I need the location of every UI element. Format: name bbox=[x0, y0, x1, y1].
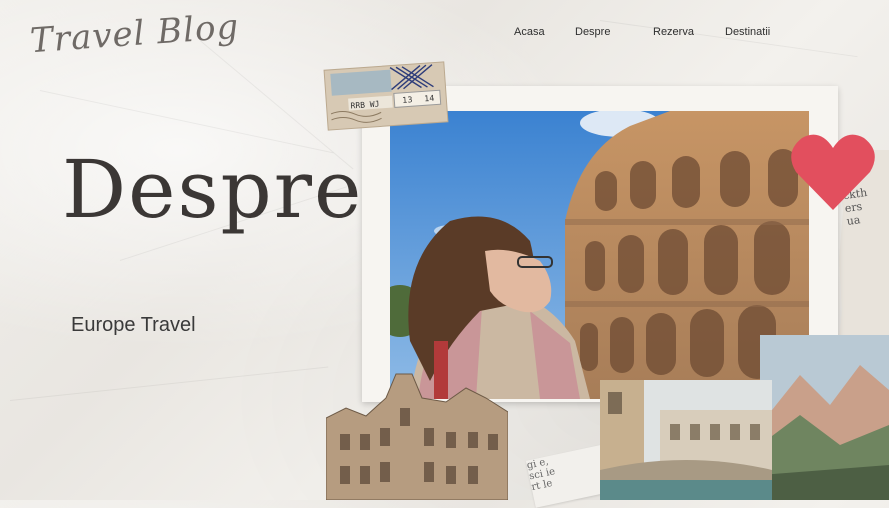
tape-number-13: 13 bbox=[402, 95, 413, 105]
tape-number-14: 14 bbox=[424, 94, 435, 104]
heart-sticker bbox=[788, 132, 878, 212]
nav-link-rezerva[interactable]: Rezerva bbox=[653, 26, 694, 38]
main-nav: Acasa Despre Rezerva Destinatii bbox=[0, 26, 889, 42]
washi-tape-collage: RRB WJ 13 14 bbox=[320, 56, 453, 137]
page-subtitle: Europe Travel bbox=[71, 314, 196, 336]
nav-link-despre[interactable]: Despre bbox=[575, 26, 610, 38]
colosseum-photo bbox=[390, 111, 809, 399]
mountain-postcard bbox=[760, 335, 889, 500]
page-title: Despre bbox=[62, 143, 364, 236]
venice-postcard bbox=[600, 380, 772, 500]
nav-link-acasa[interactable]: Acasa bbox=[514, 26, 545, 38]
newsprint-bottom-word: ie bbox=[544, 466, 557, 479]
nav-link-destinatii[interactable]: Destinatii bbox=[725, 26, 770, 38]
building-cutout bbox=[325, 368, 509, 501]
